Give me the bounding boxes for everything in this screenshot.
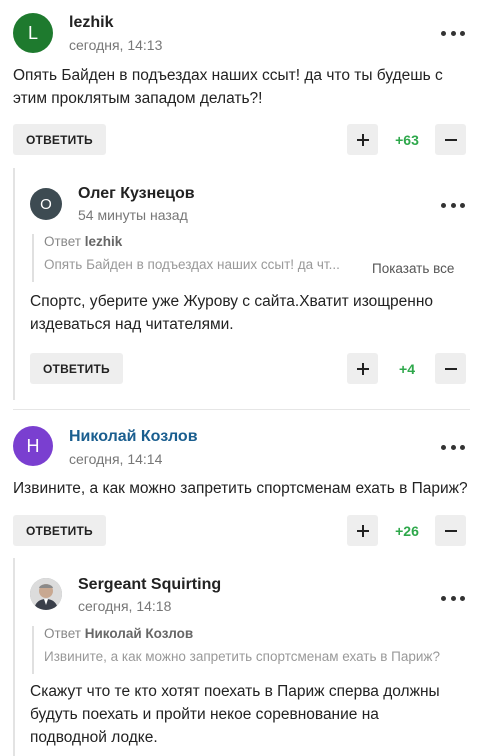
- reply-button[interactable]: ОТВЕТИТЬ: [13, 124, 106, 155]
- quote-text: Извините, а как можно запретить спортсме…: [44, 649, 440, 664]
- comment-time: сегодня, 14:13: [69, 37, 163, 53]
- reply-button[interactable]: ОТВЕТИТЬ: [13, 515, 106, 546]
- comment-text: Спортс, уберите уже Журову с сайта.Хвати…: [30, 293, 433, 333]
- minus-icon: [444, 367, 457, 370]
- quote-prefix: Ответ: [44, 626, 81, 641]
- avatar[interactable]: О: [30, 188, 62, 220]
- vote-score: +26: [395, 523, 419, 539]
- more-dots-icon[interactable]: [441, 198, 465, 212]
- upvote-button[interactable]: [347, 515, 378, 546]
- vote-score: +4: [399, 361, 415, 377]
- avatar[interactable]: L: [13, 13, 53, 53]
- upvote-button[interactable]: [347, 124, 378, 155]
- divider: [13, 409, 470, 410]
- reply-quote[interactable]: Ответ lezhik Опять Байден в подъездах на…: [32, 234, 362, 282]
- comment-text: Скажут что те кто хотят поехать в Париж …: [30, 683, 440, 746]
- minus-icon: [444, 138, 457, 141]
- comment-time: сегодня, 14:14: [69, 451, 163, 467]
- avatar[interactable]: [30, 578, 62, 610]
- plus-icon: [356, 524, 369, 537]
- thread-line: [13, 168, 15, 400]
- user-photo-icon: [30, 578, 62, 610]
- comment-author[interactable]: Николай Козлов: [69, 428, 198, 446]
- quote-header: Ответ Николай Козлов: [44, 626, 472, 641]
- comment-text: Извините, а как можно запретить спортсме…: [13, 480, 468, 497]
- downvote-button[interactable]: [435, 515, 466, 546]
- quote-header: Ответ lezhik: [44, 234, 362, 249]
- comment-time: 54 минуты назад: [78, 207, 188, 223]
- upvote-button[interactable]: [347, 353, 378, 384]
- reply-quote[interactable]: Ответ Николай Козлов Извините, а как мож…: [32, 626, 472, 674]
- more-dots-icon[interactable]: [441, 440, 465, 454]
- comment-author[interactable]: lezhik: [69, 14, 113, 32]
- vote-score: +63: [395, 132, 419, 148]
- comment-author[interactable]: Sergeant Squirting: [78, 576, 221, 594]
- downvote-button[interactable]: [435, 353, 466, 384]
- more-dots-icon[interactable]: [441, 591, 465, 605]
- quote-text: Опять Байден в подъездах наших ссыт! да …: [44, 257, 340, 272]
- plus-icon: [356, 133, 369, 146]
- comment-author[interactable]: Олег Кузнецов: [78, 185, 195, 203]
- quote-author: lezhik: [84, 234, 123, 249]
- more-dots-icon[interactable]: [441, 26, 465, 40]
- quote-prefix: Ответ: [44, 234, 81, 249]
- reply-button[interactable]: ОТВЕТИТЬ: [30, 353, 123, 384]
- minus-icon: [444, 529, 457, 532]
- comment-time: сегодня, 14:18: [78, 598, 172, 614]
- plus-icon: [356, 362, 369, 375]
- show-all-link[interactable]: Показать все: [372, 261, 454, 276]
- downvote-button[interactable]: [435, 124, 466, 155]
- quote-author: Николай Козлов: [84, 626, 194, 641]
- avatar[interactable]: Н: [13, 426, 53, 466]
- comment-text: Опять Байден в подъездах наших ссыт! да …: [13, 67, 443, 107]
- thread-line: [13, 558, 15, 756]
